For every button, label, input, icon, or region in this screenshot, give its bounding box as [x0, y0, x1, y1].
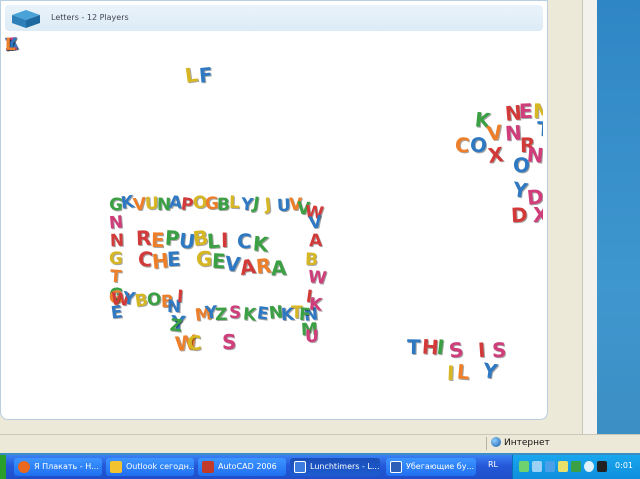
letter-magnet[interactable]: U: [305, 327, 319, 347]
taskbar-item-autocad[interactable]: AutoCAD 2006: [198, 458, 286, 476]
letter-magnet[interactable]: S: [448, 337, 465, 363]
letter-magnet[interactable]: R: [136, 226, 152, 251]
letter-magnet[interactable]: G: [196, 249, 212, 269]
security-zone: Интернет: [486, 437, 601, 450]
language-indicator[interactable]: RL: [488, 460, 498, 469]
letter-magnet[interactable]: O: [469, 132, 489, 158]
clock: 0:01: [615, 461, 633, 470]
status-bar: Интернет: [0, 434, 640, 453]
letter-magnet[interactable]: K: [308, 294, 323, 315]
browser-icon: [294, 461, 306, 473]
zone-label: Интернет: [504, 438, 550, 448]
letter-magnet[interactable]: A: [271, 256, 287, 281]
letter-magnet[interactable]: J: [264, 195, 272, 216]
letter-magnet[interactable]: S: [492, 338, 507, 362]
taskbar-item-label: AutoCAD 2006: [218, 462, 277, 471]
messenger-icon[interactable]: [545, 461, 555, 472]
letter-magnet[interactable]: L: [229, 193, 241, 213]
letter-magnet[interactable]: C: [186, 331, 202, 356]
letter-magnet[interactable]: Y: [481, 358, 499, 384]
letter-magnet[interactable]: W: [307, 267, 327, 289]
letter-magnet[interactable]: J: [252, 194, 261, 215]
letter-magnet[interactable]: S: [222, 332, 236, 352]
taskbar-item-outlook[interactable]: Outlook сегодн...: [106, 458, 194, 476]
security-icon[interactable]: [597, 461, 607, 472]
skype-icon[interactable]: [584, 461, 594, 472]
start-button[interactable]: [0, 455, 6, 479]
letter-magnet[interactable]: I: [436, 335, 446, 360]
taskbar-item-label: Outlook сегодн...: [126, 462, 194, 471]
outlook-icon: [110, 461, 122, 473]
system-tray: 0:01: [512, 455, 640, 479]
app-header: Letters - 12 Players: [5, 5, 543, 31]
taskbar-item-firefox[interactable]: Я Плакать - Н...: [14, 458, 102, 476]
letter-magnet[interactable]: C: [237, 229, 253, 253]
letter-magnet[interactable]: X: [533, 205, 543, 225]
letter-magnet[interactable]: X: [487, 142, 505, 168]
magnet-board[interactable]: LFREPUBLICKCHEGEVARATHISISILYWCSYKVNEMCO…: [5, 35, 543, 417]
network-icon[interactable]: [519, 461, 529, 472]
autocad-icon: [202, 461, 214, 473]
letter-magnet[interactable]: A: [238, 254, 257, 280]
letter-magnet[interactable]: T: [536, 117, 543, 142]
taskbar-item-word[interactable]: Убегающие бу...: [386, 458, 476, 476]
word-icon: [390, 461, 402, 473]
letter-magnet[interactable]: A: [309, 231, 323, 251]
letter-magnet[interactable]: S: [229, 303, 242, 323]
globe-icon: [491, 437, 501, 447]
letter-magnet[interactable]: E: [519, 99, 534, 123]
letter-magnet[interactable]: L: [456, 359, 471, 384]
taskbar-item-label: Убегающие бу...: [406, 462, 475, 471]
letter-magnet[interactable]: Z: [169, 315, 184, 336]
letter-magnet[interactable]: N: [526, 142, 543, 167]
update-icon[interactable]: [558, 461, 568, 472]
letter-magnet[interactable]: Z: [215, 305, 228, 325]
taskbar: Я Плакать - Н... Outlook сегодн... AutoC…: [0, 455, 640, 479]
antivirus-icon[interactable]: [571, 461, 581, 472]
letter-magnet[interactable]: T: [407, 335, 421, 359]
letter-magnet[interactable]: D: [510, 203, 528, 228]
app-title: Letters - 12 Players: [51, 13, 129, 22]
letter-magnet[interactable]: L: [5, 35, 16, 55]
taskbar-item-label: Я Плакать - Н...: [34, 462, 99, 471]
vertical-scrollbar[interactable]: [582, 0, 597, 434]
app-window: Letters - 12 Players LFREPUBLICKCHEGEVAR…: [0, 0, 548, 420]
firefox-icon: [18, 461, 30, 473]
letter-magnet[interactable]: I: [447, 361, 455, 385]
letter-magnet[interactable]: I: [176, 287, 184, 307]
letter-magnet[interactable]: E: [166, 247, 181, 272]
letter-magnet[interactable]: K: [252, 231, 270, 256]
browser-viewport: Letters - 12 Players LFREPUBLICKCHEGEVAR…: [0, 0, 582, 434]
letter-magnet[interactable]: V: [485, 120, 504, 146]
letter-magnet[interactable]: F: [198, 62, 214, 87]
letter-magnet[interactable]: L: [183, 62, 199, 88]
taskbar-item-lunchtimers[interactable]: Lunchtimers - L...: [290, 458, 380, 476]
volume-icon[interactable]: [532, 461, 542, 472]
letter-magnet[interactable]: I: [221, 228, 229, 252]
app-logo-icon: [12, 10, 40, 28]
taskbar-item-label: Lunchtimers - L...: [310, 462, 380, 471]
